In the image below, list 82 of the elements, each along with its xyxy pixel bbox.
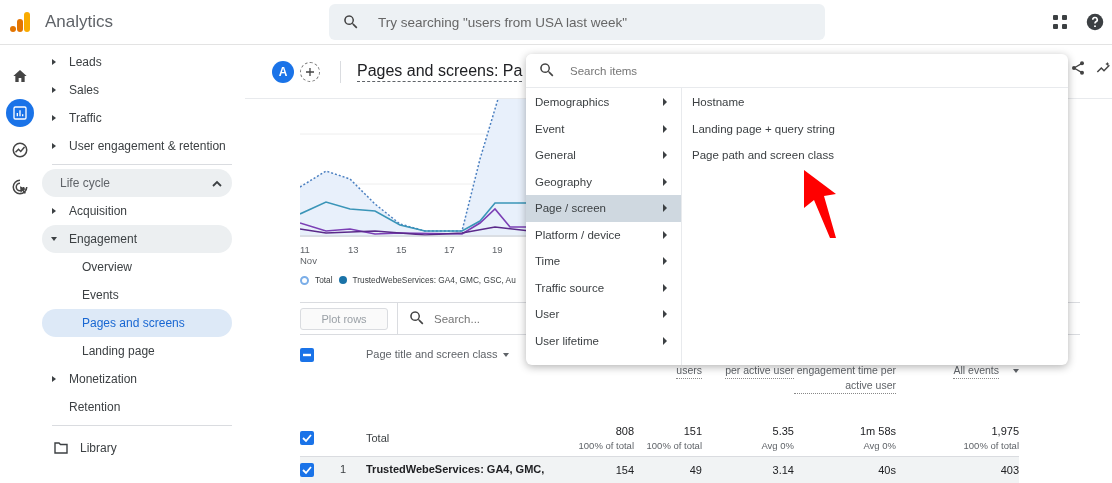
bar-chart-icon — [12, 105, 28, 121]
menu-item[interactable]: Hostname — [692, 96, 745, 109]
table-cell: 151 100% of total — [646, 423, 702, 453]
menu-category[interactable]: Geography — [526, 168, 681, 195]
legend-label: Total — [315, 275, 333, 285]
submenu-arrow-icon — [663, 283, 667, 292]
table-cell: 1m 58s Avg 0% — [859, 423, 896, 453]
select-all-checkbox[interactable] — [300, 348, 314, 362]
submenu-arrow-icon — [663, 336, 667, 345]
sidebar-item[interactable]: User engagement & retention — [42, 132, 232, 160]
column-header[interactable]: Page title and screen class — [366, 348, 510, 360]
section-title: Life cycle — [60, 176, 111, 190]
table-cell: 808 100% of total — [578, 423, 634, 453]
search-icon — [408, 309, 426, 327]
sidebar-item[interactable]: Pages and screens — [42, 309, 232, 337]
submenu-arrow-icon — [663, 310, 667, 319]
plus-icon — [305, 66, 315, 77]
menu-category[interactable]: Demographics — [526, 89, 681, 116]
menu-category[interactable]: Event — [526, 115, 681, 142]
search-icon — [342, 13, 360, 31]
menu-item[interactable]: Page path and screen class — [692, 149, 834, 162]
sidebar-item[interactable]: Sales — [42, 76, 232, 104]
legend-label: TrustedWebeServices: GA4, GMC, GSC, Au — [352, 275, 516, 285]
report-title[interactable]: Pages and screens: Pa — [357, 61, 523, 82]
sidebar-item[interactable]: Monetization — [42, 365, 232, 393]
check-icon — [302, 465, 312, 475]
target-cursor-icon — [11, 178, 29, 196]
table-cell: 3.14 — [772, 463, 794, 477]
table-cell: 154 — [615, 463, 634, 477]
sidebar-item[interactable]: Traffic — [42, 104, 232, 132]
trend-circle-icon — [11, 141, 29, 159]
check-icon — [302, 433, 312, 443]
sidebar-item[interactable]: Acquisition — [42, 197, 232, 225]
menu-category[interactable]: Traffic source — [526, 274, 681, 301]
row-number: 1 — [340, 463, 347, 475]
submenu-arrow-icon — [663, 177, 667, 186]
search-icon — [538, 61, 556, 79]
menu-category[interactable]: General — [526, 142, 681, 169]
sidebar-item[interactable]: Engagement — [42, 225, 232, 253]
add-comparison-button[interactable] — [300, 61, 320, 82]
analytics-logo-icon — [10, 11, 32, 33]
submenu-arrow-icon — [663, 151, 667, 160]
menu-category[interactable]: Page / screen — [526, 195, 681, 222]
menu-item[interactable]: Landing page + query string — [692, 122, 835, 135]
product-name: Analytics — [45, 12, 115, 32]
axis-tick-label: 17 — [444, 244, 456, 257]
home-icon — [12, 68, 28, 84]
sidebar-item[interactable]: Landing page — [42, 337, 232, 365]
menu-search-field[interactable]: Search items — [526, 54, 926, 87]
help-icon[interactable] — [1086, 13, 1104, 31]
table-cell: 403 — [1000, 463, 1019, 477]
folder-icon — [54, 442, 68, 454]
search-field[interactable]: Try searching "users from USA last week" — [329, 4, 825, 40]
table-cell: Total — [366, 432, 390, 444]
submenu-arrow-icon — [663, 257, 667, 266]
sidebar-item[interactable]: Overview — [42, 253, 232, 281]
sidebar-item[interactable]: Retention — [42, 393, 232, 421]
table-cell: 5.35 Avg 0% — [761, 423, 794, 453]
row-checkbox[interactable] — [300, 463, 314, 477]
avatar[interactable]: A — [272, 60, 294, 83]
submenu-arrow-icon — [663, 98, 667, 107]
axis-tick-label: 15 — [396, 244, 408, 257]
sidebar-item[interactable]: Library — [42, 434, 232, 462]
sidebar-item[interactable]: Leads — [42, 48, 232, 76]
share-icon[interactable] — [1070, 60, 1086, 76]
menu-category[interactable]: Time — [526, 248, 681, 275]
submenu-arrow-icon — [663, 204, 667, 213]
apps-grid-icon[interactable] — [1052, 14, 1068, 30]
axis-tick-label: 13 — [348, 244, 360, 257]
table-cell: TrustedWebeServices: GA4, GMC, — [366, 463, 545, 475]
table-cell: 1,975 100% of total — [963, 423, 1019, 453]
sidebar-item[interactable]: Events — [42, 281, 232, 309]
table-cell: 49 — [689, 463, 702, 477]
submenu-arrow-icon — [663, 124, 667, 133]
nav-rail-button[interactable] — [6, 99, 34, 127]
row-checkbox[interactable] — [300, 431, 314, 445]
menu-category[interactable]: Platform / device — [526, 221, 681, 248]
table-cell: 40s — [878, 463, 896, 477]
submenu-arrow-icon — [663, 230, 667, 239]
axis-tick-label: 11 Nov — [300, 244, 318, 266]
dropdown-caret-icon — [1013, 369, 1019, 373]
section-header[interactable]: Life cycle — [42, 169, 232, 197]
